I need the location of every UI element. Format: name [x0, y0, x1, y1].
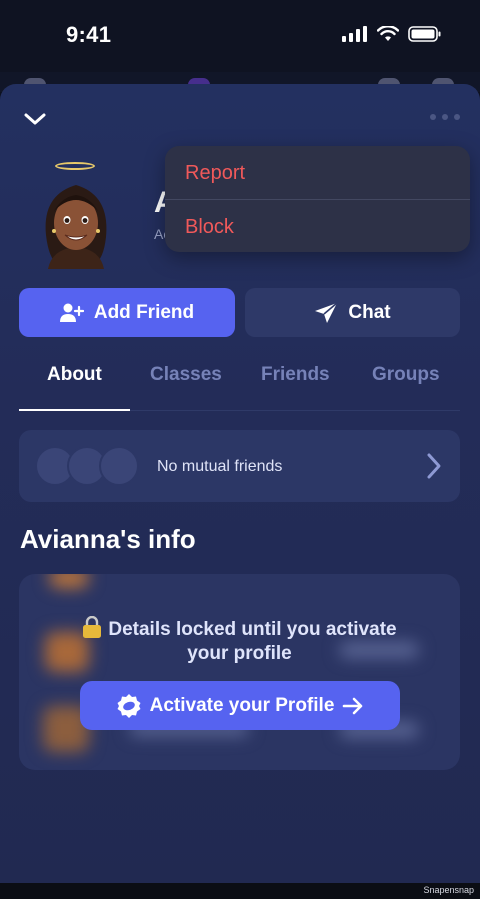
tab-about[interactable]: About	[47, 364, 102, 386]
mutual-avatar-placeholder	[99, 446, 139, 486]
add-user-icon	[59, 303, 84, 322]
tab-friends[interactable]: Friends	[261, 364, 330, 386]
menu-divider	[165, 199, 470, 200]
status-bar: 9:41	[0, 0, 480, 72]
report-menu-item[interactable]: Report	[185, 162, 245, 185]
activate-profile-label: Activate your Profile	[149, 694, 335, 716]
blurred-content	[49, 574, 89, 588]
chat-button[interactable]: Chat	[245, 288, 460, 337]
halo-icon	[55, 162, 95, 170]
locked-message-line2: your profile	[187, 643, 292, 664]
verified-badge-icon	[117, 693, 141, 718]
mutual-friends-card[interactable]: No mutual friends	[19, 430, 460, 502]
signal-icon	[342, 26, 367, 42]
more-options-icon[interactable]	[430, 114, 460, 120]
wifi-icon	[377, 26, 399, 41]
brand-watermark: Snapensnap	[423, 885, 474, 895]
add-friend-label: Add Friend	[93, 301, 195, 323]
send-icon	[315, 301, 338, 323]
locked-info-card: Details locked until you activate your pr…	[19, 574, 460, 770]
info-section-title: Avianna's info	[20, 524, 196, 554]
bottom-strip: Snapensnap	[0, 883, 480, 899]
options-menu: Report Block	[165, 146, 470, 252]
chat-label: Chat	[348, 301, 391, 323]
mutual-friends-text: No mutual friends	[157, 458, 283, 475]
tab-classes[interactable]: Classes	[150, 364, 222, 386]
locked-message-line1: Details locked until you activate	[108, 619, 397, 640]
avatar	[45, 185, 107, 269]
status-icons	[342, 26, 442, 42]
status-time: 9:41	[66, 22, 112, 47]
arrow-right-icon	[343, 697, 363, 714]
active-tab-indicator	[19, 409, 130, 411]
battery-icon	[408, 26, 441, 42]
add-friend-button[interactable]: Add Friend	[19, 288, 235, 337]
locked-message: Details locked until you activate your pr…	[19, 616, 460, 666]
block-menu-item[interactable]: Block	[185, 216, 234, 239]
lock-icon	[83, 616, 102, 638]
chevron-down-icon[interactable]	[22, 108, 48, 130]
screen: 9:41 A Ac Report Block Add Frien	[0, 0, 480, 899]
chevron-right-icon	[427, 453, 441, 479]
activate-profile-button[interactable]: Activate your Profile	[80, 681, 400, 730]
tab-groups[interactable]: Groups	[372, 364, 440, 386]
